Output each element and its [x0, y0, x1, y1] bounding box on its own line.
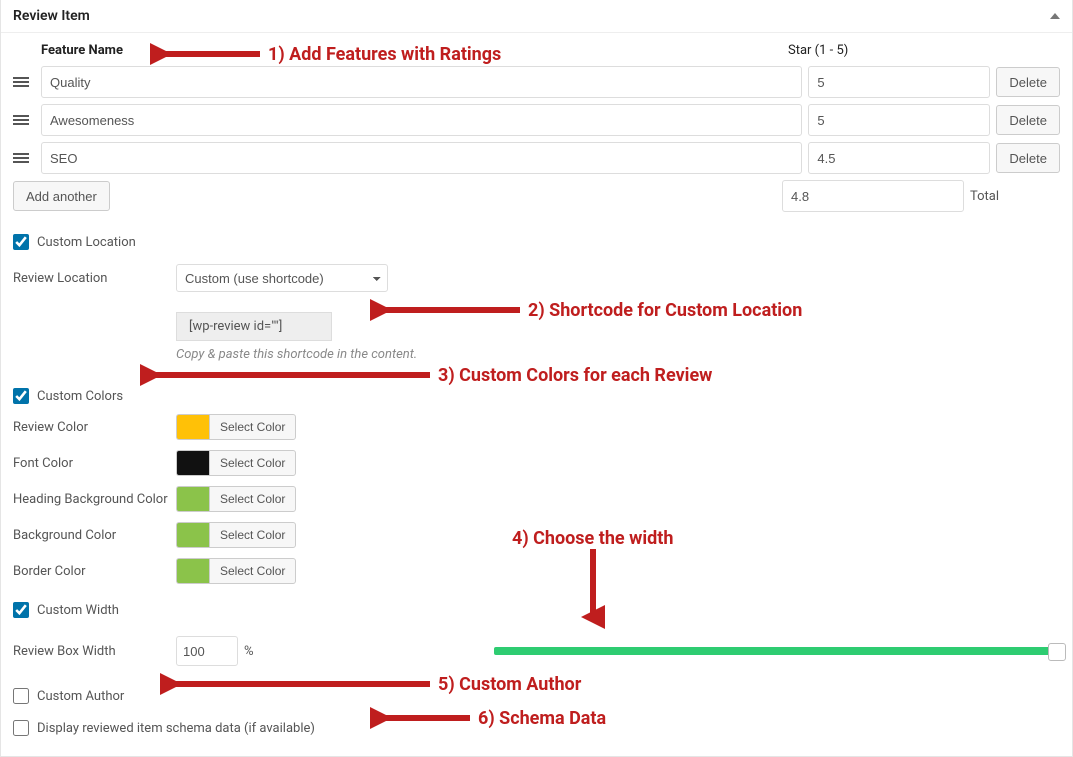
custom-colors-check-row: Custom Colors — [13, 388, 1060, 404]
total-row: Add another Total — [13, 180, 1060, 212]
custom-location-label: Custom Location — [37, 235, 136, 250]
custom-width-label: Custom Width — [37, 603, 119, 618]
review-location-select[interactable]: Custom (use shortcode) — [176, 264, 388, 292]
schema-check-row: Display reviewed item schema data (if av… — [13, 720, 1060, 736]
color-row: Background Color Select Color — [13, 522, 1060, 548]
star-header: Star (1 - 5) — [788, 43, 1060, 58]
review-item-panel: Review Item Feature Name Star (1 - 5) De… — [0, 0, 1073, 757]
width-input[interactable] — [176, 636, 238, 666]
feature-star-input[interactable] — [808, 104, 990, 136]
shortcode-box[interactable]: [wp-review id=""] — [176, 312, 332, 341]
color-swatch[interactable] — [176, 450, 209, 476]
custom-location-check-row: Custom Location — [13, 234, 1060, 250]
delete-button[interactable]: Delete — [996, 143, 1060, 173]
select-color-button[interactable]: Select Color — [209, 450, 296, 476]
feature-name-header: Feature Name — [41, 43, 151, 58]
select-color-button[interactable]: Select Color — [209, 486, 296, 512]
color-swatch[interactable] — [176, 414, 209, 440]
color-label: Background Color — [13, 528, 176, 543]
select-color-button[interactable]: Select Color — [209, 558, 296, 584]
width-unit: % — [244, 644, 254, 659]
review-location-label: Review Location — [13, 271, 176, 286]
custom-colors-checkbox[interactable] — [13, 388, 29, 404]
feature-name-input[interactable] — [41, 142, 802, 174]
custom-author-check-row: Custom Author — [13, 688, 1060, 704]
custom-width-checkbox[interactable] — [13, 602, 29, 618]
custom-width-check-row: Custom Width — [13, 602, 1060, 618]
custom-colors-label: Custom Colors — [37, 389, 123, 404]
color-row: Font Color Select Color — [13, 450, 1060, 476]
shortcode-row: [wp-review id=""] — [13, 312, 1060, 341]
total-input[interactable] — [782, 180, 964, 212]
feature-row: Delete — [13, 142, 1060, 174]
feature-name-input[interactable] — [41, 104, 802, 136]
panel-title: Review Item — [13, 8, 90, 24]
feature-star-input[interactable] — [808, 142, 990, 174]
select-color-button[interactable]: Select Color — [209, 522, 296, 548]
review-box-width-row: Review Box Width % — [13, 636, 1060, 666]
custom-author-checkbox[interactable] — [13, 688, 29, 704]
select-color-button[interactable]: Select Color — [209, 414, 296, 440]
review-location-row: Review Location Custom (use shortcode) — [13, 264, 1060, 292]
color-swatch[interactable] — [176, 522, 209, 548]
panel-header[interactable]: Review Item — [1, 0, 1072, 33]
total-label: Total — [970, 189, 1060, 204]
color-row: Heading Background Color Select Color — [13, 486, 1060, 512]
width-slider[interactable] — [494, 645, 1060, 657]
custom-location-checkbox[interactable] — [13, 234, 29, 250]
features-header: Feature Name Star (1 - 5) — [13, 43, 1060, 58]
schema-label: Display reviewed item schema data (if av… — [37, 721, 315, 736]
color-label: Review Color — [13, 420, 176, 435]
custom-author-label: Custom Author — [37, 689, 124, 704]
color-swatch[interactable] — [176, 558, 209, 584]
color-swatch[interactable] — [176, 486, 209, 512]
color-label: Border Color — [13, 564, 176, 579]
drag-handle-icon[interactable] — [13, 113, 41, 127]
delete-button[interactable]: Delete — [996, 67, 1060, 97]
drag-handle-icon[interactable] — [13, 75, 41, 89]
color-row: Review Color Select Color — [13, 414, 1060, 440]
slider-thumb-icon[interactable] — [1048, 643, 1066, 661]
shortcode-help: Copy & paste this shortcode in the conte… — [176, 347, 1060, 362]
delete-button[interactable]: Delete — [996, 105, 1060, 135]
color-label: Font Color — [13, 456, 176, 471]
panel-toggle-icon[interactable] — [1050, 13, 1060, 19]
feature-star-input[interactable] — [808, 66, 990, 98]
color-label: Heading Background Color — [13, 492, 176, 507]
feature-name-input[interactable] — [41, 66, 802, 98]
feature-row: Delete — [13, 104, 1060, 136]
review-box-width-label: Review Box Width — [13, 644, 176, 659]
drag-handle-icon[interactable] — [13, 151, 41, 165]
color-row: Border Color Select Color — [13, 558, 1060, 584]
add-another-button[interactable]: Add another — [13, 181, 110, 211]
feature-row: Delete — [13, 66, 1060, 98]
schema-checkbox[interactable] — [13, 720, 29, 736]
